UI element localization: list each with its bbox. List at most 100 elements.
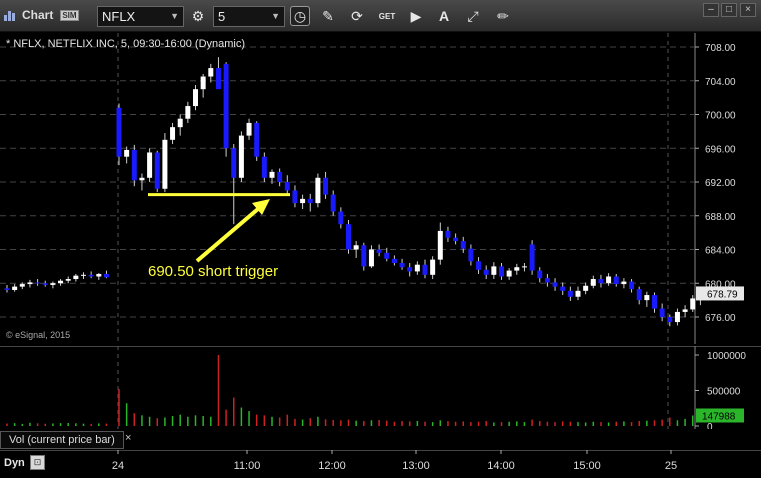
volume-study-label[interactable]: Vol (current price bar): [0, 431, 124, 449]
price-chart[interactable]: 708.00 704.00 700.00 696.00 692.00 688.00 684.…: [0, 33, 761, 344]
candle-body: [147, 152, 153, 178]
symbol-input[interactable]: NFLX ▼: [97, 6, 184, 27]
drawing-tool-icon: ⤢: [467, 7, 479, 24]
price-tick-label: 704.00: [705, 77, 736, 88]
copyright-label: © eSignal, 2015: [6, 330, 71, 340]
candle-body: [476, 261, 482, 270]
volume-chart[interactable]: 1000000 500000 0147988: [0, 345, 761, 433]
candle-body: [19, 284, 25, 287]
price-tick-label: 708.00: [705, 43, 736, 54]
candle-body: [103, 273, 109, 278]
candle-body: [537, 270, 543, 279]
candle-body: [391, 258, 397, 263]
drawing-tool-button[interactable]: ⤢: [463, 6, 483, 26]
time-tick-label: 12:00: [318, 460, 346, 472]
interval-settings-icon: ⚙: [191, 7, 205, 24]
chart-toolbar: Chart SIM NFLX ▼ ⚙ 5 ▼ ◷ ✎ ⟳ GET ▶ A ⤢ ✏…: [0, 0, 761, 32]
candle-body: [445, 230, 451, 238]
candle-body: [307, 198, 313, 204]
candle-body: [613, 276, 619, 285]
pencil-icon: ✏: [497, 7, 509, 24]
candle-body: [12, 286, 18, 290]
candle-body: [422, 264, 428, 275]
interval-input[interactable]: 5 ▼: [213, 6, 285, 27]
text-tool-button[interactable]: A: [434, 6, 454, 26]
candle-body: [583, 285, 589, 291]
price-pane[interactable]: 708.00 704.00 700.00 696.00 692.00 688.00 684.…: [0, 33, 761, 344]
candle-body: [606, 276, 612, 284]
edit-button[interactable]: ✎: [318, 6, 338, 26]
time-tick-label: 11:00: [234, 460, 261, 472]
window-title-label: Chart: [22, 8, 54, 22]
candle-body: [269, 171, 275, 178]
candle-body: [560, 286, 566, 291]
candle-body: [338, 211, 344, 225]
candle-body: [215, 68, 221, 90]
candle-body: [254, 122, 260, 157]
candle-body: [453, 237, 459, 242]
candle-body: [506, 270, 512, 277]
candle-body: [277, 171, 283, 182]
play-icon: ▶: [410, 7, 422, 24]
lock-icon[interactable]: ⊡: [30, 455, 45, 470]
get-icon: GET: [378, 11, 396, 21]
maximize-button[interactable]: □: [721, 3, 737, 17]
candle-body: [73, 275, 79, 280]
candle-body: [590, 279, 596, 286]
candle-body: [131, 149, 137, 181]
trigger-annotation: 690.50 short trigger: [148, 263, 279, 280]
candle-body: [284, 182, 290, 191]
time-tick-label: 13:00: [402, 460, 430, 472]
candle-body: [437, 230, 443, 260]
time-tick-label: 25: [665, 460, 677, 472]
candle-body: [35, 282, 41, 284]
volume-tick-label: 1000000: [707, 351, 746, 362]
candle-body: [353, 245, 359, 250]
candle-body: [4, 288, 10, 290]
volume-tick-label: 500000: [707, 387, 741, 398]
chevron-down-icon[interactable]: ▼: [170, 9, 179, 24]
candle-body: [621, 281, 627, 285]
draw-button[interactable]: ✏: [493, 6, 513, 26]
candle-body: [208, 68, 214, 77]
candle-body: [468, 248, 474, 262]
candle-body: [300, 198, 306, 204]
candle-body: [193, 89, 198, 107]
candle-body: [690, 298, 696, 310]
get-button[interactable]: GET: [377, 6, 397, 26]
candle-body: [368, 249, 374, 267]
candle-body: [154, 152, 160, 189]
price-tick-label: 700.00: [705, 111, 736, 122]
candle-body: [636, 289, 642, 301]
candle-body: [491, 266, 497, 275]
candle-body: [139, 177, 145, 181]
candle-body: [460, 241, 466, 249]
candle-body: [483, 269, 489, 275]
candle-body: [652, 295, 657, 309]
volume-pane[interactable]: 1000000 500000 0 147988: [0, 345, 761, 433]
play-button[interactable]: ▶: [406, 6, 426, 26]
candle-body: [667, 317, 673, 323]
candle-body: [659, 308, 665, 317]
candle-body: [27, 282, 33, 285]
price-tick-label: 696.00: [705, 144, 736, 155]
time-button[interactable]: ◷: [290, 6, 310, 26]
candle-body: [58, 280, 64, 284]
minimize-button[interactable]: –: [703, 3, 719, 17]
time-axis: 24 11:00 12:00 13:00 14:00 15:00 25: [0, 449, 761, 478]
volume-tick-label: 0: [707, 422, 713, 429]
candle-body: [162, 139, 168, 189]
price-tick-label: 676.00: [705, 313, 736, 324]
interval-input-value: 5: [218, 9, 226, 24]
link-button[interactable]: ⟳: [347, 6, 367, 26]
candle-body: [682, 309, 688, 312]
candle-body: [384, 252, 390, 259]
candle-body: [330, 194, 336, 212]
chevron-down-icon[interactable]: ▼: [271, 9, 280, 24]
candle-body: [346, 224, 351, 250]
close-button[interactable]: ×: [740, 3, 756, 17]
symbol-input-value: NFLX: [102, 9, 136, 24]
interval-settings-button[interactable]: ⚙: [188, 6, 208, 26]
close-icon[interactable]: ×: [125, 432, 131, 444]
time-tick-label: 15:00: [573, 460, 601, 472]
